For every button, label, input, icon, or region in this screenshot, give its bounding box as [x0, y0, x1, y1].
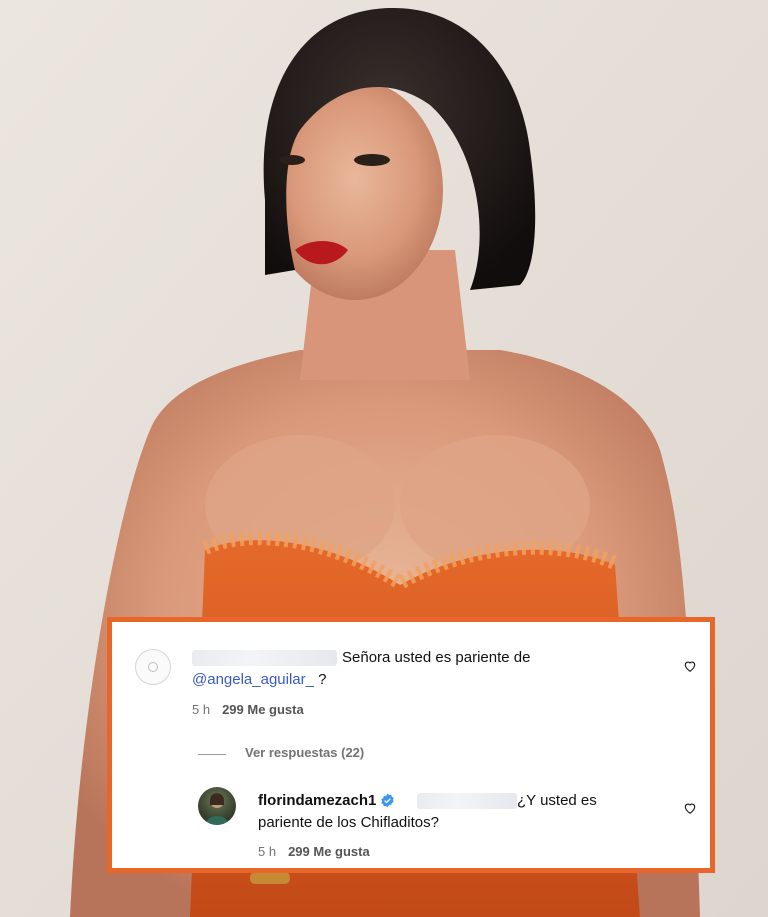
reply-meta: 5 h 299 Me gusta — [258, 844, 370, 859]
comment-likes[interactable]: 299 Me gusta — [222, 702, 304, 717]
replies-divider — [198, 754, 226, 755]
comment-text-line2: @angela_aguilar_ ? — [192, 669, 327, 691]
verified-badge-icon — [381, 793, 395, 808]
comment-text-end: ? — [318, 671, 327, 688]
reply-username[interactable]: florindamezach1 — [258, 792, 376, 809]
heart-icon[interactable] — [683, 801, 697, 815]
comment-meta: 5 h 299 Me gusta — [192, 702, 304, 717]
reply-likes[interactable]: 299 Me gusta — [288, 844, 370, 859]
view-replies-button[interactable]: Ver respuestas (22) — [245, 745, 364, 760]
default-avatar-icon[interactable] — [135, 649, 171, 685]
reply-text: ¿Y usted es — [517, 792, 597, 809]
heart-icon[interactable] — [683, 659, 697, 673]
blurred-mention — [417, 793, 517, 809]
avatar[interactable] — [198, 787, 236, 825]
reply-text-line2: pariente de los Chifladitos? — [258, 814, 439, 831]
blurred-username — [192, 650, 337, 666]
comment-text: Señora usted es pariente de — [342, 649, 531, 666]
reply-line1: florindamezach1 — [258, 790, 395, 812]
comments-panel: Señora usted es pariente de @angela_agui… — [107, 617, 715, 873]
reply-time: 5 h — [258, 844, 277, 859]
mention-link[interactable]: @angela_aguilar_ — [192, 671, 314, 688]
comment-time: 5 h — [192, 702, 211, 717]
